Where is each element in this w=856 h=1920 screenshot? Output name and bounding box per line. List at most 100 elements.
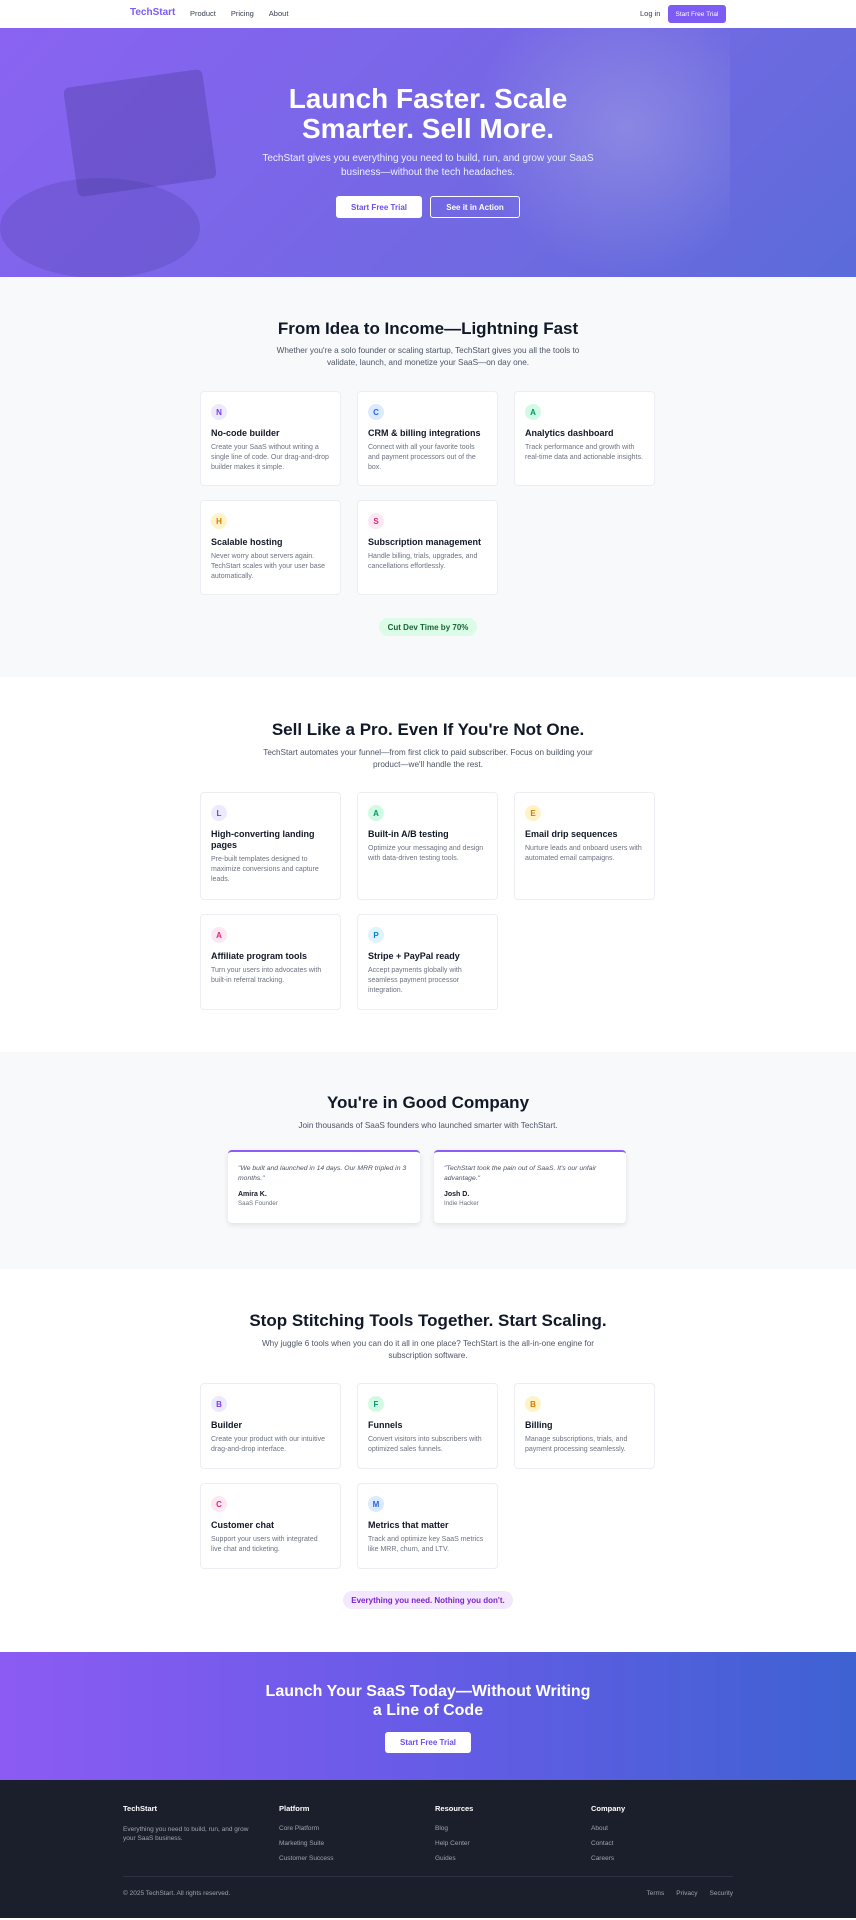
footer-link-security[interactable]: Security [710, 1890, 733, 1897]
footer-description: Everything you need to build, run, and g… [123, 1826, 249, 1842]
nav-link-about[interactable]: About [269, 9, 289, 18]
cta-title-line2: a Line of Code [372, 1702, 484, 1719]
features-sell-like-pro: Sell Like a Pro. Even If You're Not One.… [0, 677, 856, 1052]
nav-link-pricing[interactable]: Pricing [231, 9, 254, 18]
footer-link-guides[interactable]: Guides [435, 1855, 473, 1862]
testimonial-quote: "TechStart took the pain out of SaaS. It… [444, 1165, 597, 1182]
feature-card: M Metrics that matter Track and optimize k… [357, 1483, 498, 1569]
footer-link-careers[interactable]: Careers [591, 1855, 625, 1862]
feature-description: Track performance and growth with real-t… [525, 444, 643, 461]
feature-description: Pre-built templates designed to maximize… [211, 856, 319, 883]
feature-description: Nurture leads and onboard users with aut… [525, 845, 642, 862]
cta-title-line1: Launch Your SaaS Today—Without Writing [265, 1683, 591, 1700]
feature-title: Metrics that matter [368, 1520, 449, 1530]
testimonial-card: "TechStart took the pain out of SaaS. It… [434, 1150, 626, 1223]
feature-description: Manage subscriptions, trials, and paymen… [525, 1436, 628, 1453]
testimonial-name: Josh D. [444, 1191, 470, 1198]
footer-link-marketing-suite[interactable]: Marketing Suite [279, 1840, 334, 1847]
login-link[interactable]: Log in [640, 9, 660, 18]
footer-link-customer-success[interactable]: Customer Success [279, 1855, 334, 1862]
feature-letter-icon: H [211, 513, 227, 529]
nav-start-trial-button[interactable]: Start Free Trial [668, 5, 726, 23]
feature-card: A Analytics dashboard Track performance an… [514, 391, 655, 486]
feature-letter-icon: C [368, 404, 384, 420]
section-subtitle: Why juggle 6 tools when you can do it al… [261, 1339, 595, 1360]
feature-card: C Customer chat Support your users with in… [200, 1483, 341, 1569]
feature-letter-icon: A [525, 404, 541, 420]
footer-link-terms[interactable]: Terms [647, 1890, 665, 1897]
feature-title: Stripe + PayPal ready [368, 951, 460, 961]
hero-section: Launch Faster. Scale Smarter. Sell More.… [0, 28, 856, 277]
feature-card: S Subscription management Handle billing, … [357, 500, 498, 595]
feature-title: Affiliate program tools [211, 951, 308, 961]
testimonial-role: Indie Hacker [444, 1200, 479, 1207]
feature-description: Create your product with our intuitive d… [211, 1436, 325, 1453]
feature-letter-icon: A [368, 805, 384, 821]
section-subtitle: TechStart automates your funnel—from fir… [263, 748, 593, 769]
testimonials-section: You're in Good Company Join thousands of… [0, 1052, 856, 1269]
feature-card: C CRM & billing integrations Connect with … [357, 391, 498, 486]
feature-title: Funnels [368, 1420, 403, 1430]
nav-link-product[interactable]: Product [190, 9, 216, 18]
feature-grid: B Builder Create your product with our int… [200, 1383, 656, 1569]
features-idea-to-income: From Idea to Income—Lightning Fast Wheth… [0, 277, 856, 677]
feature-description: Create your SaaS without writing a singl… [211, 444, 329, 471]
section-subtitle: Whether you're a solo founder or scaling… [276, 346, 580, 367]
feature-card: A Built-in A/B testing Optimize your messa… [357, 792, 498, 900]
footer-heading-company: Company [591, 1804, 626, 1813]
nav-links: Product Pricing About [190, 9, 288, 18]
testimonial-name: Amira K. [238, 1191, 267, 1198]
section-title: You're in Good Company [326, 1093, 530, 1112]
feature-letter-icon: B [525, 1396, 541, 1412]
feature-description: Turn your users into advocates with buil… [211, 967, 322, 984]
feature-description: Connect with all your favorite tools and… [368, 444, 476, 471]
feature-title: Billing [525, 1420, 553, 1430]
top-nav: TechStart Product Pricing About Log in S… [0, 0, 856, 28]
footer-divider [123, 1876, 733, 1877]
feature-letter-icon: C [211, 1496, 227, 1512]
hero-start-trial-button[interactable]: Start Free Trial [336, 196, 422, 218]
feature-title: Analytics dashboard [525, 428, 614, 438]
section-title: Stop Stitching Tools Together. Start Sca… [249, 1311, 607, 1330]
footer-link-help-center[interactable]: Help Center [435, 1840, 473, 1847]
hero-see-in-action-button[interactable]: See it in Action [430, 196, 520, 218]
section-subtitle: Join thousands of SaaS founders who laun… [298, 1121, 558, 1130]
everything-you-need-badge: Everything you need. Nothing you don't. [343, 1591, 513, 1609]
feature-card: P Stripe + PayPal ready Accept payments gl… [357, 914, 498, 1010]
feature-card: H Scalable hosting Never worry about serve… [200, 500, 341, 595]
cta-start-trial-button[interactable]: Start Free Trial [385, 1732, 471, 1753]
brand-logo[interactable]: TechStart [130, 7, 175, 18]
section-title: From Idea to Income—Lightning Fast [277, 319, 579, 338]
hero-background-desk [0, 178, 200, 277]
hero-title-line2: Smarter. Sell More. [301, 113, 555, 144]
feature-title: Scalable hosting [211, 537, 283, 547]
footer-heading-platform: Platform [279, 1804, 310, 1813]
feature-letter-icon: F [368, 1396, 384, 1412]
testimonial-list: "We built and launched in 14 days. Our M… [228, 1150, 626, 1223]
footer-brand: TechStart [123, 1804, 158, 1813]
footer-link-contact[interactable]: Contact [591, 1840, 625, 1847]
feature-letter-icon: N [211, 404, 227, 420]
footer-platform-column: Platform Core Platform Marketing Suite C… [279, 1804, 334, 1870]
hero-buttons: Start Free Trial See it in Action [0, 196, 856, 218]
feature-title: High-converting landing pages [211, 829, 315, 850]
footer-link-about[interactable]: About [591, 1825, 625, 1832]
cut-dev-time-badge: Cut Dev Time by 70% [379, 618, 477, 636]
feature-description: Track and optimize key SaaS metrics like… [368, 1536, 484, 1553]
footer-legal-links: Terms Privacy Security [647, 1890, 734, 1897]
hero-title-line1: Launch Faster. Scale [288, 83, 568, 114]
testimonial-role: SaaS Founder [238, 1200, 278, 1207]
feature-card: L High-converting landing pages Pre-built … [200, 792, 341, 900]
footer-heading-resources: Resources [435, 1804, 474, 1813]
footer-copyright: © 2025 TechStart. All rights reserved. [123, 1890, 231, 1897]
feature-title: CRM & billing integrations [368, 428, 481, 438]
feature-grid: N No-code builder Create your SaaS without… [200, 391, 656, 595]
feature-description: Accept payments globally with seamless p… [368, 967, 462, 994]
hero-title: Launch Faster. Scale Smarter. Sell More. [0, 84, 856, 144]
feature-title: Builder [211, 1420, 243, 1430]
footer-link-privacy[interactable]: Privacy [676, 1890, 697, 1897]
footer-link-blog[interactable]: Blog [435, 1825, 473, 1832]
footer-resources-column: Resources Blog Help Center Guides [435, 1804, 473, 1870]
feature-card: B Billing Manage subscriptions, trials, an… [514, 1383, 655, 1469]
footer-link-core-platform[interactable]: Core Platform [279, 1825, 334, 1832]
